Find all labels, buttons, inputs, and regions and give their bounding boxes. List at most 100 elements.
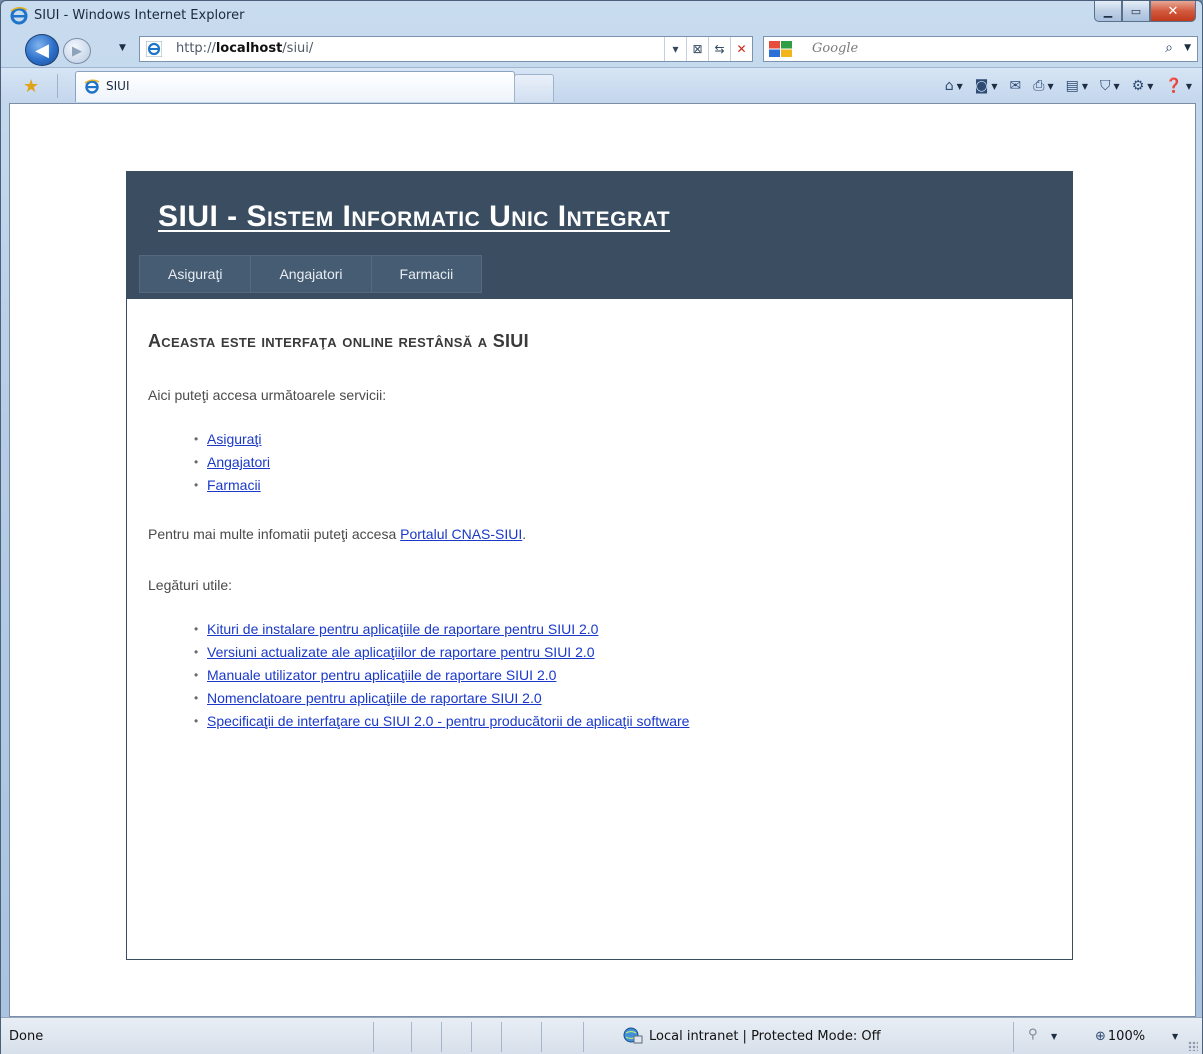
- safety-shield-icon: ⛉: [1100, 78, 1111, 94]
- status-divider: [411, 1022, 412, 1052]
- tab-label: SIUI: [106, 79, 130, 93]
- service-link-asigurati[interactable]: Asiguraţi: [207, 428, 261, 451]
- more-info-end: .: [522, 526, 527, 542]
- new-tab-button[interactable]: [514, 74, 554, 102]
- print-button[interactable]: ⎙ ▼: [1029, 74, 1057, 98]
- zoom-level-button[interactable]: ⊕ 100%: [1095, 1029, 1145, 1044]
- stop-icon: ✕: [736, 42, 747, 56]
- useful-links-label: Legături utile:: [148, 577, 233, 593]
- useful-link-nomenclators[interactable]: Nomenclatoare pentru aplicaţiile de rapo…: [207, 687, 542, 710]
- feeds-button[interactable]: ◙ ▼: [971, 74, 1002, 98]
- useful-link-manuals[interactable]: Manuale utilizator pentru aplicaţiile de…: [207, 664, 556, 687]
- bullet-icon: •: [194, 622, 199, 636]
- minimize-button[interactable]: ▁: [1094, 1, 1122, 22]
- page-heading: Aceasta este interfaţa online restânsă a…: [148, 331, 529, 351]
- maximize-button[interactable]: ▭: [1122, 1, 1150, 22]
- address-prefix: http://: [176, 41, 216, 56]
- search-box[interactable]: Google ⌕ ▼: [763, 36, 1198, 62]
- address-bar[interactable]: http://localhost/siui/ ▾ ⊠ ⇆ ✕: [139, 36, 753, 62]
- tab-separator: [57, 74, 58, 98]
- title-bar: SIUI - Windows Internet Explorer ▁ ▭ ✕: [1, 1, 1202, 31]
- site-header: SIUI - Sistem Informatic Unic Integrat A…: [127, 172, 1072, 299]
- useful-link-kits[interactable]: Kituri de instalare pentru aplicaţiile d…: [207, 618, 598, 641]
- portal-cnas-siui-link[interactable]: Portalul CNAS-SIUI: [400, 526, 522, 542]
- forward-arrow-icon: ▶: [72, 43, 82, 59]
- menu-item-angajatori[interactable]: Angajatori: [250, 255, 371, 293]
- status-divider: [583, 1022, 584, 1052]
- site-menu: Asiguraţi Angajatori Farmacii: [139, 255, 483, 293]
- address-host: localhost: [215, 41, 283, 56]
- favorites-star-icon[interactable]: ★: [23, 76, 39, 97]
- status-text: Done: [9, 1029, 44, 1044]
- close-icon: ✕: [1167, 3, 1179, 19]
- useful-link-specifications[interactable]: Specificaţii de interfaţare cu SIUI 2.0 …: [207, 710, 689, 733]
- status-divider: [501, 1022, 502, 1052]
- list-item: • Versiuni actualizate ale aplicaţiilor d…: [194, 641, 689, 664]
- useful-links-list: • Kituri de instalare pentru aplicaţiile …: [194, 618, 689, 733]
- page-viewport: SIUI - Sistem Informatic Unic Integrat A…: [9, 103, 1196, 1017]
- tools-menu-button[interactable]: ⚙ ▼: [1128, 74, 1158, 98]
- mail-icon: ✉: [1009, 78, 1022, 94]
- page-icon: ▤: [1065, 78, 1079, 94]
- help-menu-button[interactable]: ❓ ▼: [1161, 74, 1196, 98]
- close-button[interactable]: ✕: [1150, 1, 1196, 22]
- chevron-down-icon[interactable]: ▼: [1172, 1032, 1178, 1041]
- minimize-icon: ▁: [1103, 4, 1113, 18]
- bullet-icon: •: [194, 478, 199, 492]
- local-intranet-icon: [623, 1027, 643, 1044]
- status-divider: [1013, 1022, 1014, 1052]
- command-bar: ⌂ ▼ ◙ ▼ ✉ ⎙ ▼ ▤ ▼ ⛉ ▼ ⚙ ▼ ❓ ▼: [941, 74, 1196, 98]
- compatibility-view-button[interactable]: ⊠: [686, 37, 708, 61]
- page-menu-button[interactable]: ▤ ▼: [1062, 74, 1092, 98]
- search-icon[interactable]: ⌕: [1165, 40, 1173, 56]
- read-mail-button[interactable]: ✉: [1006, 74, 1026, 98]
- back-arrow-icon: ◀: [35, 39, 49, 61]
- back-button[interactable]: ◀: [25, 34, 59, 66]
- service-link-farmacii[interactable]: Farmacii: [207, 474, 261, 497]
- printer-icon: ⎙: [1033, 78, 1045, 94]
- refresh-button[interactable]: ⇆: [708, 37, 730, 61]
- resize-grip[interactable]: [1188, 1041, 1198, 1051]
- services-list: • Asiguraţi • Angajatori • Farmacii: [194, 428, 270, 497]
- window-title: SIUI - Windows Internet Explorer: [34, 8, 245, 23]
- google-logo-icon: [769, 41, 792, 57]
- ie-logo-icon: [10, 7, 28, 25]
- caption-buttons: ▁ ▭ ✕: [1094, 1, 1196, 23]
- compatibility-icon: ⊠: [692, 42, 703, 56]
- tab-siui[interactable]: SIUI: [75, 71, 515, 102]
- help-icon: ❓: [1165, 78, 1183, 94]
- recent-pages-dropdown[interactable]: ▼: [119, 43, 126, 53]
- site-title-link[interactable]: SIUI - Sistem Informatic Unic Integrat: [158, 200, 670, 234]
- tab-ie-icon: [84, 79, 100, 94]
- menu-item-farmacii[interactable]: Farmacii: [370, 255, 483, 293]
- zoom-level: 100%: [1107, 1029, 1146, 1044]
- bullet-icon: •: [194, 668, 199, 682]
- add-ons-icon[interactable]: ⚲: [1028, 1027, 1038, 1042]
- search-input[interactable]: Google: [812, 41, 858, 56]
- address-path: /siui/: [282, 41, 314, 56]
- list-item: • Asiguraţi: [194, 428, 270, 451]
- tab-bar: ★ SIUI ⌂ ▼ ◙ ▼ ✉ ⎙ ▼ ▤ ▼ ⛉ ▼ ⚙ ▼ ❓ ▼: [1, 67, 1202, 103]
- navigation-bar: ◀ ▶ ▼ http://localhost/siui/ ▾ ⊠ ⇆ ✕ Goo…: [1, 31, 1202, 67]
- list-item: • Specificaţii de interfaţare cu SIUI 2.0…: [194, 710, 689, 733]
- address-dropdown-button[interactable]: ▾: [664, 37, 686, 61]
- menu-item-asigurati[interactable]: Asiguraţi: [139, 255, 251, 293]
- intro-text: Aici puteţi accesa următoarele servicii:: [148, 387, 387, 403]
- safety-menu-button[interactable]: ⛉ ▼: [1096, 74, 1124, 98]
- stop-button[interactable]: ✕: [730, 37, 752, 61]
- status-divider: [541, 1022, 542, 1052]
- service-link-angajatori[interactable]: Angajatori: [207, 451, 270, 474]
- security-zone-text[interactable]: Local intranet | Protected Mode: Off: [649, 1029, 881, 1044]
- chevron-down-icon[interactable]: ▼: [1051, 1032, 1057, 1041]
- zoom-icon: ⊕: [1095, 1029, 1106, 1044]
- maximize-icon: ▭: [1130, 4, 1142, 18]
- address-text[interactable]: http://localhost/siui/: [176, 41, 313, 56]
- forward-button[interactable]: ▶: [63, 38, 91, 64]
- page-ie-icon: [146, 41, 162, 57]
- refresh-icon: ⇆: [714, 42, 725, 56]
- home-button[interactable]: ⌂ ▼: [941, 74, 967, 98]
- useful-link-updates[interactable]: Versiuni actualizate ale aplicaţiilor de…: [207, 641, 595, 664]
- status-divider: [471, 1022, 472, 1052]
- search-options-dropdown[interactable]: ▼: [1184, 43, 1191, 53]
- site-container: SIUI - Sistem Informatic Unic Integrat A…: [126, 171, 1073, 960]
